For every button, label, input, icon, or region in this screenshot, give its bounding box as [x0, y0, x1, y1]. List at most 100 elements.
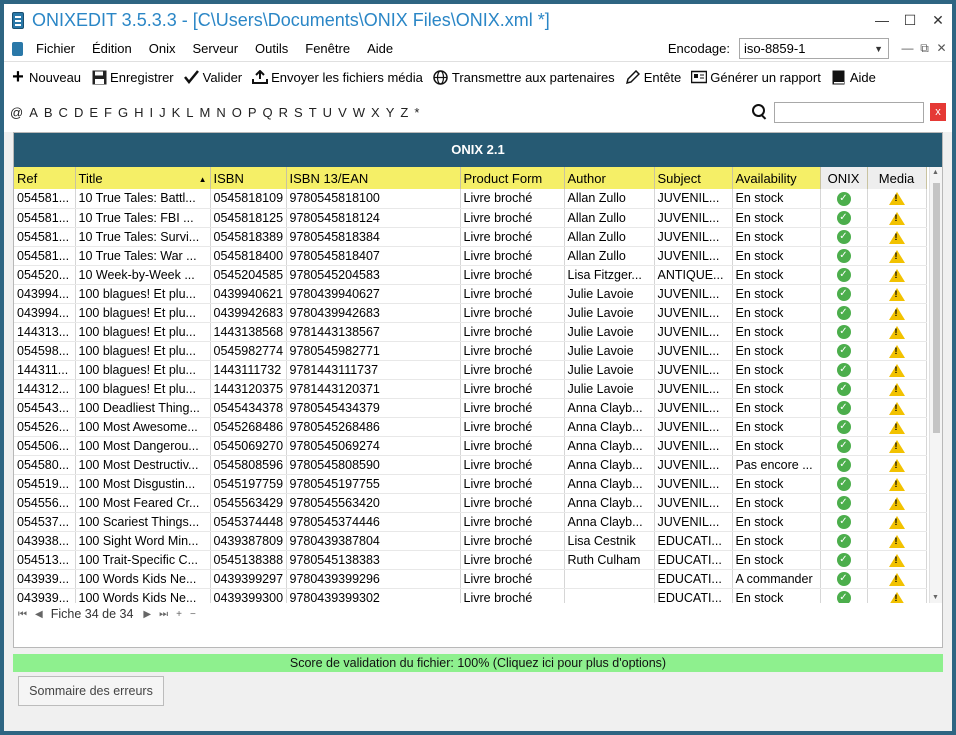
scrollbar-thumb[interactable] [933, 183, 940, 433]
cell-subject[interactable]: JUVENIL... [654, 284, 733, 304]
cell-isbn13[interactable]: 9780545818100 [286, 189, 461, 209]
letter-filter[interactable]: C [59, 105, 68, 120]
doc-minimize-button[interactable]: — [899, 41, 916, 56]
send-partners-button[interactable]: Transmettre aux partenaires [433, 69, 615, 85]
letter-filter[interactable]: J [159, 105, 166, 120]
cell-title[interactable]: 10 True Tales: FBI ... [75, 208, 211, 228]
column-header-product-form[interactable]: Product Form [460, 167, 565, 189]
cell-media[interactable] [867, 208, 927, 228]
cell-ref[interactable]: 043994... [14, 284, 76, 304]
letter-filter[interactable]: Y [386, 105, 395, 120]
cell-media[interactable] [867, 303, 927, 323]
cell-isbn13[interactable]: 9780545818124 [286, 208, 461, 228]
new-button[interactable]: + Nouveau [10, 66, 81, 88]
validation-score-bar[interactable]: Score de validation du fichier: 100% (Cl… [13, 654, 943, 672]
cell-isbn13[interactable]: 9780545818384 [286, 227, 461, 247]
cell-isbn[interactable]: 0545268486 [210, 417, 287, 437]
table-row[interactable]: 054581... 10 True Tales: Survi... 05458183… [14, 227, 927, 247]
cell-availability[interactable]: En stock [732, 303, 821, 323]
cell-subject[interactable]: JUVENIL... [654, 341, 733, 361]
cell-title[interactable]: 100 Words Kids Ne... [75, 569, 211, 589]
letter-filter[interactable]: * [414, 105, 419, 120]
table-row[interactable]: 054580... 100 Most Destructiv... 054580859… [14, 455, 927, 475]
cell-ref[interactable]: 043994... [14, 303, 76, 323]
cell-isbn[interactable]: 0439399300 [210, 588, 287, 603]
table-row[interactable]: 054526... 100 Most Awesome... 0545268486 97… [14, 417, 927, 437]
table-row[interactable]: 054543... 100 Deadliest Thing... 054543437… [14, 398, 927, 418]
cell-onix[interactable]: ✓ [820, 341, 868, 361]
cell-title[interactable]: 100 blagues! Et plu... [75, 303, 211, 323]
cell-product-form[interactable]: Livre broché [460, 417, 565, 437]
cell-product-form[interactable]: Livre broché [460, 379, 565, 399]
vertical-scrollbar[interactable]: ▲ ▼ [929, 167, 942, 603]
header-button[interactable]: Entête [625, 69, 681, 85]
table-row[interactable]: 054581... 10 True Tales: War ... 054581840… [14, 246, 927, 266]
table-row[interactable]: 043939... 100 Words Kids Ne... 0439399300 9… [14, 588, 927, 603]
column-header-isbn[interactable]: ISBN [210, 167, 287, 189]
cell-isbn13[interactable]: 9780545204583 [286, 265, 461, 285]
cell-ref[interactable]: 144312... [14, 379, 76, 399]
cell-ref[interactable]: 054598... [14, 341, 76, 361]
table-row[interactable]: 054506... 100 Most Dangerou... 0545069270 9… [14, 436, 927, 456]
cell-product-form[interactable]: Livre broché [460, 550, 565, 570]
cell-availability[interactable]: En stock [732, 284, 821, 304]
cell-availability[interactable]: En stock [732, 531, 821, 551]
cell-subject[interactable]: EDUCATI... [654, 588, 733, 603]
cell-availability[interactable]: En stock [732, 474, 821, 494]
cell-title[interactable]: 100 blagues! Et plu... [75, 322, 211, 342]
cell-media[interactable] [867, 341, 927, 361]
cell-ref[interactable]: 054520... [14, 265, 76, 285]
previous-record-button[interactable]: ◀ [35, 609, 43, 620]
cell-author[interactable]: Julie Lavoie [564, 341, 655, 361]
letter-filter[interactable]: M [200, 105, 211, 120]
cell-isbn[interactable]: 1443138568 [210, 322, 287, 342]
column-header-title[interactable]: Title ▲ [75, 167, 211, 189]
table-row[interactable]: 054537... 100 Scariest Things... 054537444… [14, 512, 927, 532]
cell-media[interactable] [867, 531, 927, 551]
table-row[interactable]: 054581... 10 True Tales: Battl... 05458181… [14, 189, 927, 209]
cell-subject[interactable]: EDUCATI... [654, 550, 733, 570]
cell-isbn[interactable]: 0545818389 [210, 227, 287, 247]
report-button[interactable]: Générer un rapport [691, 69, 821, 85]
cell-ref[interactable]: 054581... [14, 208, 76, 228]
cell-subject[interactable]: JUVENIL... [654, 398, 733, 418]
cell-media[interactable] [867, 360, 927, 380]
cell-product-form[interactable]: Livre broché [460, 588, 565, 603]
save-button[interactable]: Enregistrer [91, 69, 174, 85]
table-row[interactable]: 054519... 100 Most Disgustin... 0545197759… [14, 474, 927, 494]
cell-isbn[interactable]: 0439940621 [210, 284, 287, 304]
cell-ref[interactable]: 054581... [14, 189, 76, 209]
cell-media[interactable] [867, 455, 927, 475]
cell-availability[interactable]: En stock [732, 246, 821, 266]
cell-availability[interactable]: En stock [732, 436, 821, 456]
cell-isbn13[interactable]: 9780439399296 [286, 569, 461, 589]
cell-product-form[interactable]: Livre broché [460, 398, 565, 418]
cell-title[interactable]: 100 Most Awesome... [75, 417, 211, 437]
cell-product-form[interactable]: Livre broché [460, 265, 565, 285]
column-header-author[interactable]: Author [564, 167, 655, 189]
cell-availability[interactable]: En stock [732, 341, 821, 361]
cell-title[interactable]: 100 Most Disgustin... [75, 474, 211, 494]
cell-availability[interactable]: En stock [732, 493, 821, 513]
cell-availability[interactable]: En stock [732, 208, 821, 228]
cell-ref[interactable]: 054513... [14, 550, 76, 570]
cell-isbn13[interactable]: 9780545197755 [286, 474, 461, 494]
cell-author[interactable] [564, 569, 655, 589]
cell-subject[interactable]: JUVENIL... [654, 436, 733, 456]
cell-isbn[interactable]: 0545138388 [210, 550, 287, 570]
cell-isbn[interactable]: 0439942683 [210, 303, 287, 323]
cell-availability[interactable]: En stock [732, 322, 821, 342]
letter-filter[interactable]: Q [263, 105, 273, 120]
letter-filter[interactable]: U [323, 105, 332, 120]
cell-product-form[interactable]: Livre broché [460, 189, 565, 209]
cell-author[interactable]: Anna Clayb... [564, 474, 655, 494]
cell-isbn13[interactable]: 9780545563420 [286, 493, 461, 513]
cell-isbn[interactable]: 0439387809 [210, 531, 287, 551]
column-header-availability[interactable]: Availability [732, 167, 821, 189]
cell-isbn[interactable]: 0545434378 [210, 398, 287, 418]
cell-availability[interactable]: En stock [732, 417, 821, 437]
cell-isbn13[interactable]: 9780545808590 [286, 455, 461, 475]
search-input[interactable] [774, 101, 924, 123]
cell-isbn[interactable]: 0545069270 [210, 436, 287, 456]
cell-isbn[interactable]: 1443111732 [210, 360, 287, 380]
